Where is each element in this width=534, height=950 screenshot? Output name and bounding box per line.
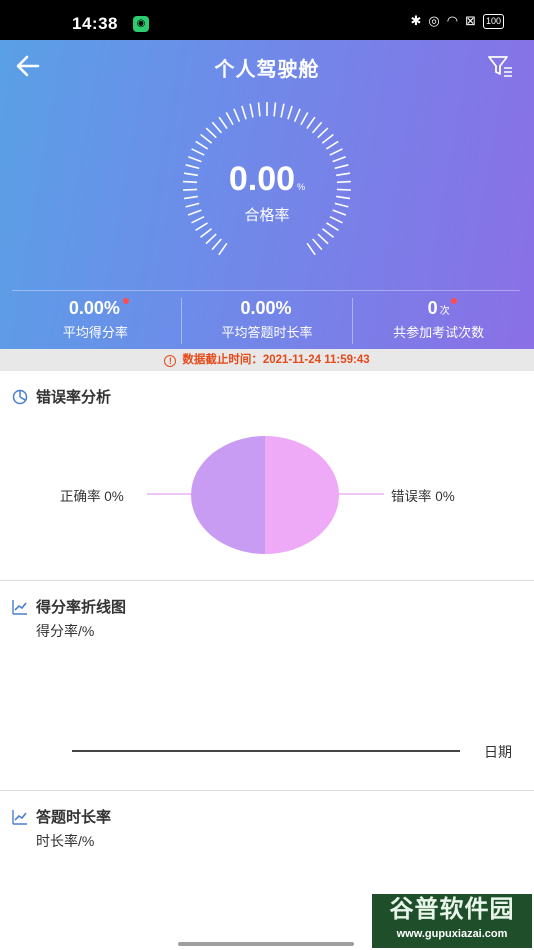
section-title: 答题时长率 xyxy=(12,806,111,827)
red-dot-badge xyxy=(450,298,457,304)
pass-rate-label: 合格率 xyxy=(244,207,290,224)
gauge-tick xyxy=(199,228,213,238)
gauge-tick xyxy=(195,140,209,150)
stat-label: 平均得分率 xyxy=(62,325,128,340)
gauge-tick xyxy=(211,121,223,134)
error-rate-section: 错误率分析 正确率 0% 错误率 0% xyxy=(0,372,534,580)
gauge-tick xyxy=(218,116,228,129)
pie-slice-correct xyxy=(191,436,265,554)
gauge-tick xyxy=(287,105,293,120)
gauge-tick xyxy=(233,108,241,122)
bluetooth-icon: ✱ xyxy=(410,13,422,28)
watermark-title: 谷普软件园 xyxy=(389,896,515,923)
notice-text: 数据截止时间：2021-11-24 11:59:43 xyxy=(182,354,370,366)
gauge-tick xyxy=(249,103,254,118)
home-indicator[interactable] xyxy=(178,942,354,946)
gauge-tick xyxy=(218,242,228,256)
stat-label: 共参加考试次数 xyxy=(393,325,485,340)
line-chart-icon xyxy=(12,599,27,615)
red-dot-badge xyxy=(122,298,129,304)
location-icon: ◎ xyxy=(428,13,440,28)
gauge-tick xyxy=(306,242,316,256)
status-time: 14:38 xyxy=(72,14,118,33)
x-axis-line xyxy=(72,750,460,752)
watermark-url: www.gupuxiazai.com xyxy=(396,928,508,940)
gauge-tick xyxy=(311,121,323,134)
wifi-icon: ◠ xyxy=(446,13,459,28)
section-divider xyxy=(0,580,534,581)
gauge-tick xyxy=(317,233,329,245)
gauge-tick xyxy=(205,233,217,245)
stat-label: 平均答题时长率 xyxy=(221,325,313,340)
gauge-tick xyxy=(211,238,222,251)
gauge-tick xyxy=(317,127,329,139)
cockpit-header: 个人驾驶舱 0.00% 合格率 0.00% 平均得分率 0.00% 平均答题时长… xyxy=(0,40,534,349)
gauge-tick xyxy=(321,228,335,238)
sim-icon: ⊠ xyxy=(465,13,476,28)
stat-avg-duration: 0.00% 平均答题时长率 xyxy=(180,298,353,344)
gauge-tick xyxy=(321,133,334,144)
x-axis-label: 日期 xyxy=(484,744,512,760)
section-divider xyxy=(0,790,534,791)
gauge-tick xyxy=(191,148,205,156)
gauge-tick xyxy=(257,102,261,117)
pass-rate-value: 0.00% xyxy=(228,160,306,198)
gauge-tick xyxy=(300,112,309,126)
filter-icon[interactable] xyxy=(486,53,514,79)
gauge-tick xyxy=(200,133,213,144)
app-notification-icon: ◉ xyxy=(133,16,149,32)
score-line-chart-section: 得分率折线图 得分率/% 日期 xyxy=(0,582,534,790)
info-icon: ! xyxy=(164,355,177,367)
y-axis-label: 时长率/% xyxy=(36,833,95,849)
stat-value: 0 xyxy=(427,298,438,318)
gauge-tick xyxy=(293,108,301,122)
gauge-tick xyxy=(329,148,343,156)
pie-label-correct: 正确率 0% xyxy=(60,489,124,504)
data-cutoff-notice: ! 数据截止时间：2021-11-24 11:59:43 xyxy=(0,349,534,371)
page-title: 个人驾驶舱 xyxy=(214,59,320,81)
gauge-tick xyxy=(325,140,339,150)
watermark-logo: 谷普软件园 www.gupuxiazai.com xyxy=(372,894,532,948)
gauge-tick xyxy=(306,116,316,129)
stat-avg-score: 0.00% 平均得分率 xyxy=(10,298,181,344)
stat-exam-count: 0次 共参加考试次数 xyxy=(352,298,524,344)
header-divider xyxy=(12,290,520,291)
pie-slice-wrong xyxy=(265,436,339,554)
pie-label-wrong: 错误率 0% xyxy=(391,489,455,504)
section-title: 得分率折线图 xyxy=(12,596,126,617)
line-chart-icon xyxy=(12,809,27,825)
status-bar: 14:38 ◉ ✱ ◎ ◠ ⊠ 100 xyxy=(0,0,534,40)
y-axis-label: 得分率/% xyxy=(36,623,95,639)
stat-value: 0.00% xyxy=(68,298,120,318)
gauge-tick xyxy=(280,103,285,118)
stats-row: 0.00% 平均得分率 0.00% 平均答题时长率 0次 共参加考试次数 xyxy=(10,298,524,344)
gauge-tick xyxy=(312,238,323,251)
gauge-tick xyxy=(205,127,217,139)
status-icons: ✱ ◎ ◠ ⊠ 100 xyxy=(410,13,504,29)
gauge-tick xyxy=(241,105,247,120)
gauge-tick xyxy=(225,112,234,126)
error-rate-pie-chart xyxy=(147,436,384,554)
gauge-tick xyxy=(273,102,277,117)
battery-icon: 100 xyxy=(482,13,504,29)
stat-value: 0.00% xyxy=(240,298,292,318)
